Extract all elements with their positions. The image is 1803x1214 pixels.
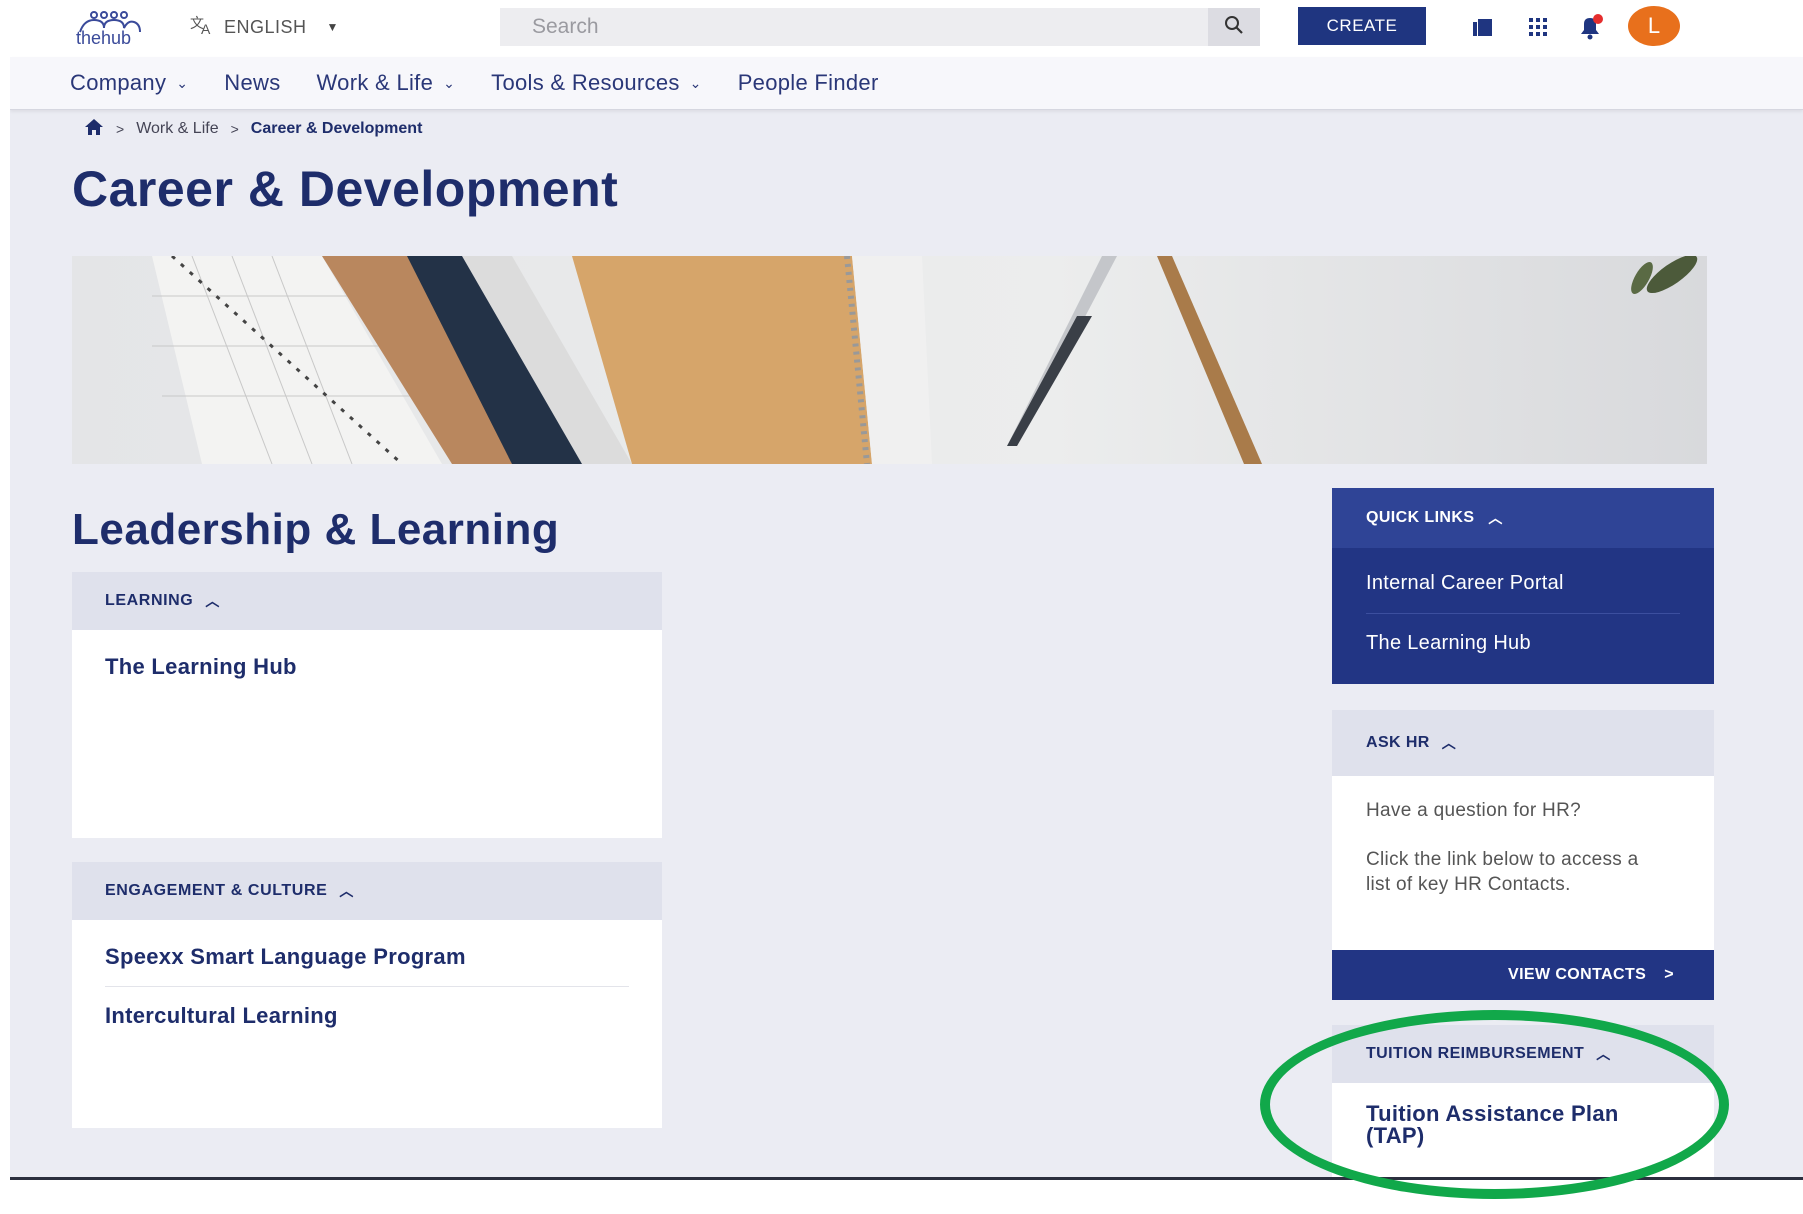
chevron-down-icon: ⌄ (443, 74, 456, 91)
breadcrumb-current: Career & Development (250, 120, 423, 137)
chevron-down-icon: ⌄ (689, 74, 702, 91)
chevron-up-icon: ︿ (339, 883, 354, 899)
ask-hr-question: Have a question for HR? (1366, 800, 1581, 821)
panel-header-label: ASK HR (1366, 734, 1430, 751)
quick-links-panel: QUICK LINKS ︿ Internal Career Portal The… (1332, 488, 1714, 684)
main-nav: Company ⌄ News Work & Life ⌄ Tools & Res… (10, 57, 1803, 110)
breadcrumb-link-work-life[interactable]: Work & Life (136, 120, 218, 138)
button-label: VIEW CONTACTS (1508, 966, 1647, 983)
nav-item-company[interactable]: Company ⌄ (70, 70, 188, 96)
chevron-up-icon: ︿ (1441, 735, 1457, 751)
breadcrumb-separator: > (230, 121, 239, 137)
section-title: Leadership & Learning (72, 505, 560, 554)
nav-item-label: News (224, 70, 281, 95)
page: thehub 文A ENGLISH ▼ CREATE (10, 0, 1803, 1178)
engagement-card: ENGAGEMENT & CULTURE ︿ Speexx Smart Lang… (72, 862, 662, 1128)
language-label: ENGLISH (224, 16, 307, 37)
footer-divider (10, 1177, 1803, 1180)
link-the-learning-hub[interactable]: The Learning Hub (105, 654, 629, 680)
card-header-label: LEARNING (105, 592, 194, 609)
caret-down-icon: ▼ (326, 20, 339, 34)
link-learning-hub-quick[interactable]: The Learning Hub (1366, 632, 1680, 655)
banner-image (72, 256, 1707, 464)
nav-item-label: Company (70, 70, 167, 95)
link-intercultural-learning[interactable]: Intercultural Learning (105, 1003, 629, 1029)
link-tuition-assistance-plan[interactable]: Tuition Assistance Plan (TAP) (1366, 1103, 1680, 1147)
thehub-logo[interactable]: thehub (74, 8, 170, 46)
link-speexx-language-program[interactable]: Speexx Smart Language Program (105, 944, 629, 987)
svg-text:A: A (201, 21, 211, 36)
nav-item-tools-resources[interactable]: Tools & Resources ⌄ (491, 70, 702, 96)
card-header-label: ENGAGEMENT & CULTURE (105, 882, 328, 899)
view-contacts-button[interactable]: VIEW CONTACTS > (1332, 950, 1714, 1000)
tuition-header[interactable]: TUITION REIMBURSEMENT ︿ (1332, 1025, 1714, 1083)
chevron-up-icon: ︿ (1596, 1046, 1611, 1062)
nav-item-people-finder[interactable]: People Finder (738, 70, 879, 96)
breadcrumb-separator: > (116, 121, 125, 137)
nav-item-label: People Finder (737, 70, 879, 95)
avatar-initial: L (1647, 13, 1661, 38)
page-title: Career & Development (72, 161, 619, 217)
search-input[interactable] (500, 8, 1232, 46)
engagement-card-header[interactable]: ENGAGEMENT & CULTURE ︿ (72, 862, 662, 920)
bell-icon[interactable] (1575, 12, 1605, 42)
learning-card: LEARNING ︿ The Learning Hub (72, 572, 662, 838)
search-box (500, 8, 1260, 46)
chevron-up-icon: ︿ (1488, 510, 1503, 526)
create-button[interactable]: CREATE (1298, 7, 1426, 45)
apps-grid-icon[interactable] (1523, 12, 1553, 42)
breadcrumb: > Work & Life > Career & Development (84, 118, 422, 140)
ask-hr-header[interactable]: ASK HR ︿ (1332, 710, 1714, 776)
logo-text: thehub (76, 28, 131, 46)
translate-icon: 文A (190, 14, 216, 41)
link-internal-career-portal[interactable]: Internal Career Portal (1366, 572, 1680, 614)
avatar[interactable]: L (1628, 6, 1680, 46)
ask-hr-panel: ASK HR ︿ Have a question for HR? Click t… (1332, 710, 1714, 1000)
tuition-panel: TUITION REIMBURSEMENT ︿ Tuition Assistan… (1332, 1025, 1714, 1178)
chevron-up-icon: ︿ (205, 593, 220, 609)
home-icon[interactable] (84, 118, 104, 141)
panel-header-label: QUICK LINKS (1366, 509, 1475, 526)
search-icon (1224, 15, 1244, 40)
library-icon[interactable] (1468, 12, 1498, 42)
search-button[interactable] (1208, 8, 1260, 46)
quick-links-header[interactable]: QUICK LINKS ︿ (1332, 488, 1714, 548)
panel-header-label: TUITION REIMBURSEMENT (1366, 1045, 1585, 1062)
chevron-down-icon: ⌄ (176, 74, 189, 91)
ask-hr-body: Click the link below to access a list of… (1366, 849, 1639, 895)
language-selector[interactable]: 文A ENGLISH ▼ (190, 14, 339, 40)
nav-item-label: Work & Life (316, 70, 434, 95)
nav-item-label: Tools & Resources (491, 70, 680, 95)
nav-item-news[interactable]: News (224, 70, 280, 96)
learning-card-header[interactable]: LEARNING ︿ (72, 572, 662, 630)
chevron-right-icon: > (1664, 966, 1674, 983)
top-bar: thehub 文A ENGLISH ▼ CREATE (10, 0, 1803, 57)
nav-item-work-life[interactable]: Work & Life ⌄ (317, 70, 456, 96)
